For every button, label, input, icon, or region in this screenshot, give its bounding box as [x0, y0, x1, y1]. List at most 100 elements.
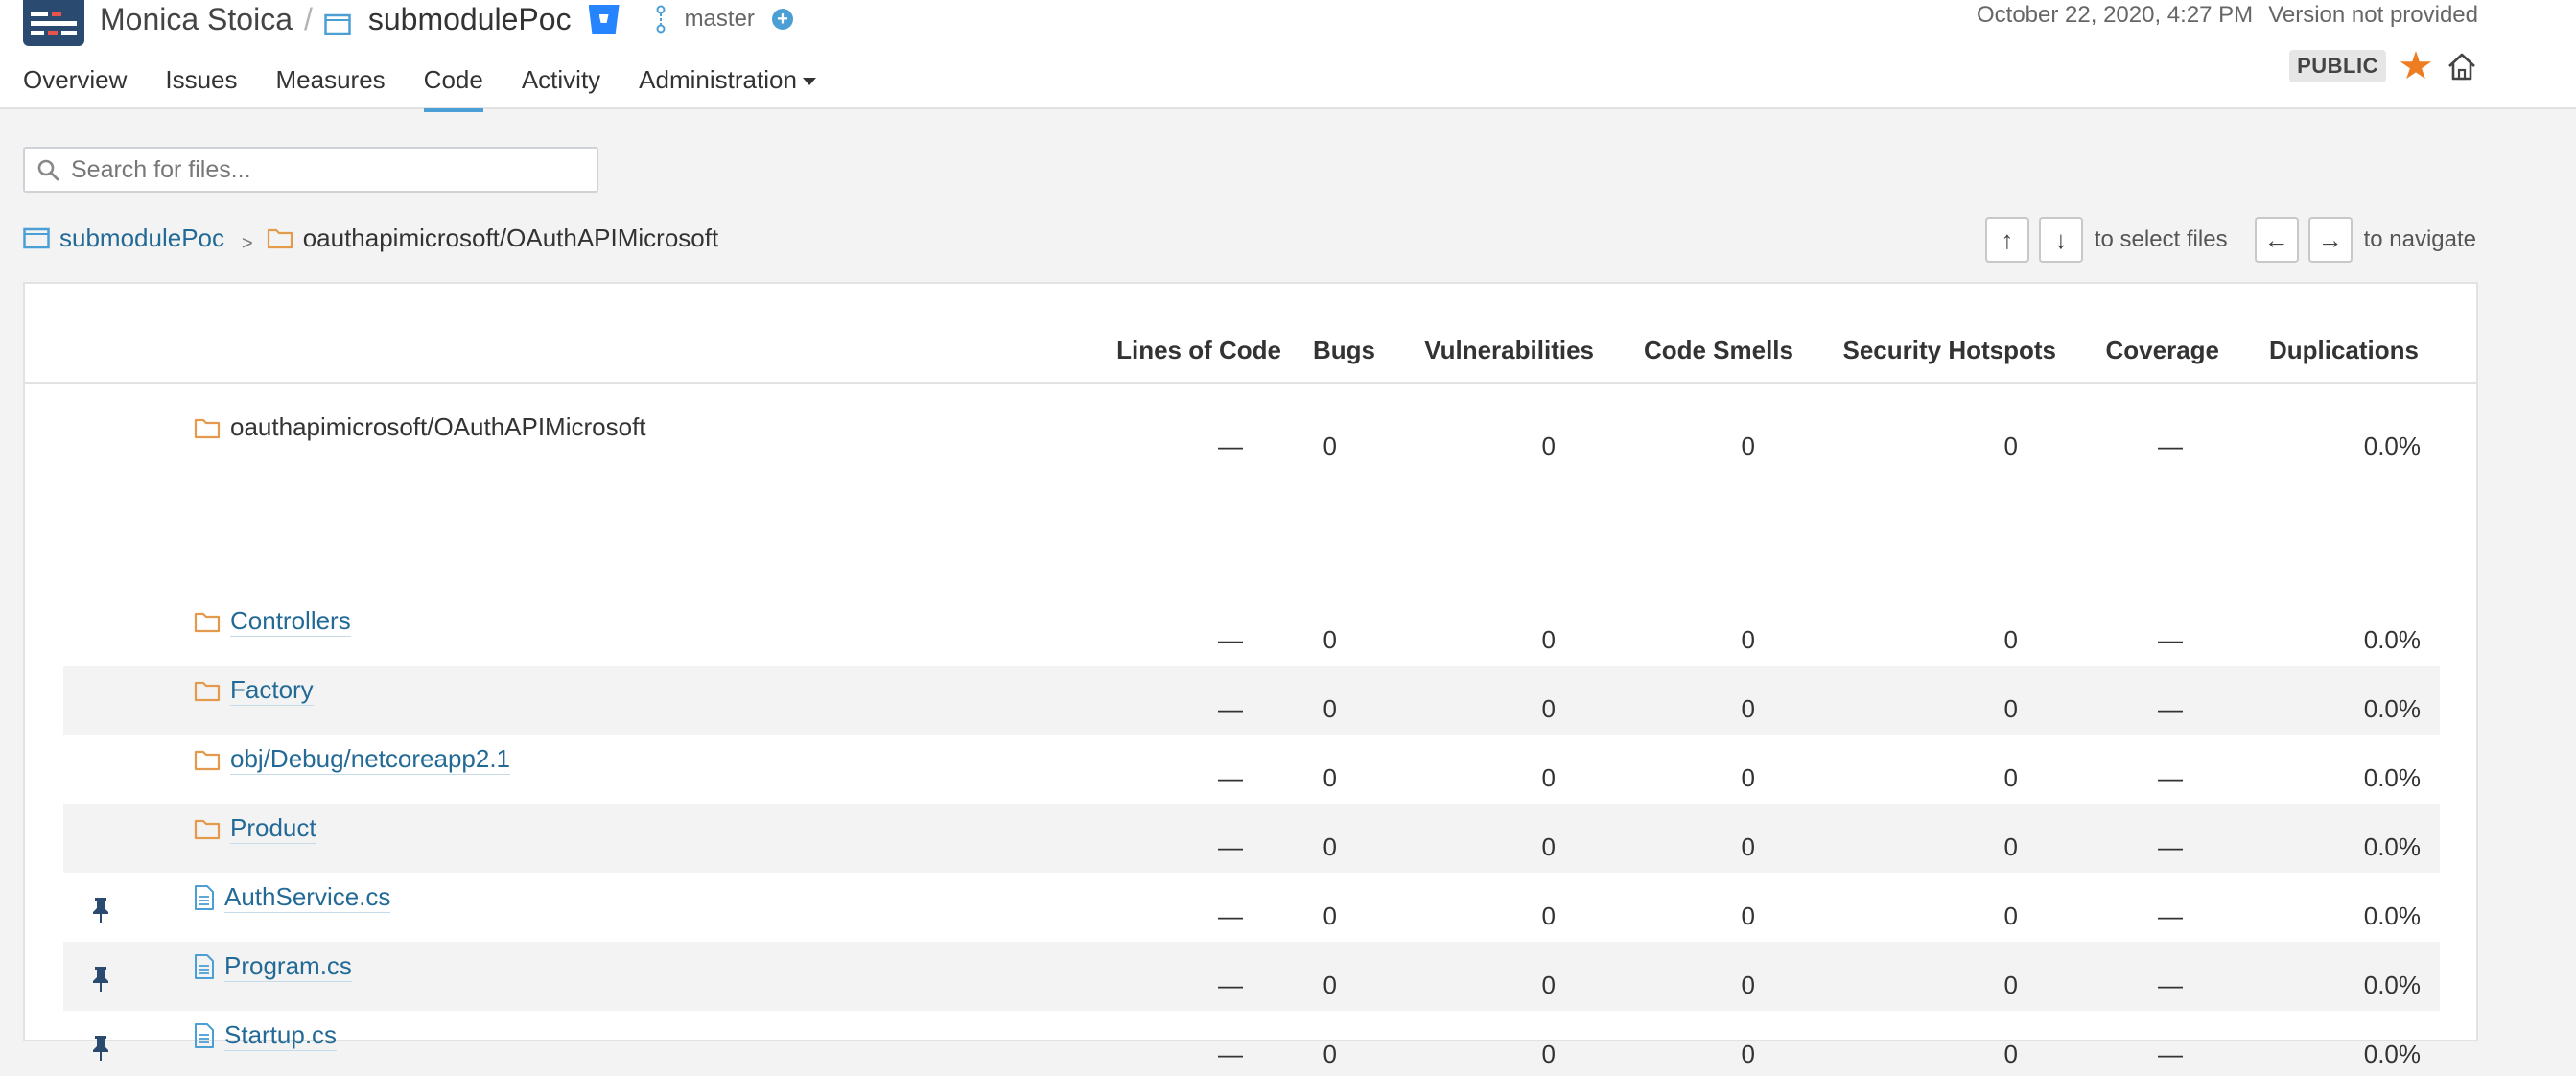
cell-coverage: — — [2158, 763, 2183, 792]
cell-code-smells[interactable]: 0 — [1742, 432, 1755, 461]
cell-security-hotspots[interactable]: 0 — [2004, 832, 2018, 862]
cell-vulnerabilities[interactable]: 0 — [1542, 901, 1556, 931]
table-row[interactable]: Product — 0 0 0 0 — 0.0% — [63, 804, 2440, 873]
project-name[interactable]: submodulePoc — [368, 2, 572, 37]
table-row[interactable]: Controllers — 0 0 0 0 — 0.0% — [63, 596, 2440, 666]
column-header-vulnerabilities[interactable]: Vulnerabilities — [1424, 336, 1594, 365]
row-link[interactable]: AuthService.cs — [224, 882, 391, 913]
cell-vulnerabilities[interactable]: 0 — [1542, 763, 1556, 793]
cell-bugs[interactable]: 0 — [1323, 901, 1337, 931]
row-link[interactable]: Program.cs — [224, 951, 352, 982]
organization-link[interactable]: Monica Stoica — [100, 2, 293, 37]
tab-overview[interactable]: Overview — [23, 65, 127, 112]
add-branch-icon[interactable]: + — [771, 9, 793, 30]
cell-vulnerabilities[interactable]: 0 — [1542, 625, 1556, 655]
cell-code-smells[interactable]: 0 — [1742, 1040, 1755, 1069]
row-link[interactable]: Startup.cs — [224, 1020, 338, 1051]
branch-icon — [654, 5, 667, 34]
cell-duplications[interactable]: 0.0% — [2364, 901, 2421, 931]
cell-vulnerabilities[interactable]: 0 — [1542, 694, 1556, 724]
tab-code[interactable]: Code — [423, 65, 483, 112]
column-header-code-smells[interactable]: Code Smells — [1644, 336, 1793, 365]
row-link[interactable]: obj/Debug/netcoreapp2.1 — [230, 744, 511, 775]
table-row[interactable]: Factory — 0 0 0 0 — 0.0% — [63, 666, 2440, 735]
cell-security-hotspots[interactable]: 0 — [2004, 625, 2018, 655]
tab-issues[interactable]: Issues — [165, 65, 237, 112]
row-link[interactable]: Product — [230, 813, 316, 844]
analysis-meta: October 22, 2020, 4:27 PM Version not pr… — [1977, 2, 2478, 29]
arrow-up-key: ↑ — [1984, 217, 2029, 263]
cell-coverage: — — [2158, 432, 2183, 460]
tab-administration[interactable]: Administration — [639, 65, 816, 112]
row-name: Controllers — [194, 606, 351, 637]
cell-coverage: — — [2158, 901, 2183, 930]
cell-bugs[interactable]: 0 — [1323, 625, 1337, 655]
cell-security-hotspots[interactable]: 0 — [2004, 763, 2018, 793]
cell-bugs[interactable]: 0 — [1323, 832, 1337, 862]
cell-duplications[interactable]: 0.0% — [2364, 763, 2421, 793]
column-header-security-hotspots[interactable]: Security Hotspots — [1843, 336, 2057, 365]
pin-icon[interactable] — [90, 965, 111, 994]
tab-measures[interactable]: Measures — [276, 65, 386, 112]
arrow-right-key: → — [2307, 217, 2353, 263]
table-row[interactable]: AuthService.cs — 0 0 0 0 — 0.0% — [63, 873, 2440, 942]
breadcrumb-root-link[interactable]: submodulePoc — [59, 223, 224, 253]
cell-code-smells[interactable]: 0 — [1742, 832, 1755, 862]
cell-vulnerabilities[interactable]: 0 — [1542, 832, 1556, 862]
column-header-bugs[interactable]: Bugs — [1313, 336, 1375, 365]
cell-bugs[interactable]: 0 — [1323, 763, 1337, 793]
cell-lines-of-code: — — [1218, 1040, 1243, 1068]
branch-selector[interactable]: master + — [654, 5, 793, 34]
cell-duplications[interactable]: 0.0% — [2364, 694, 2421, 724]
project-breadcrumb: Monica Stoica / submodulePoc master + — [100, 0, 793, 38]
cell-duplications[interactable]: 0.0% — [2364, 832, 2421, 862]
row-name: oauthapimicrosoft/OAuthAPIMicrosoft — [194, 412, 646, 442]
tab-activity[interactable]: Activity — [522, 65, 600, 112]
row-link[interactable]: Controllers — [230, 606, 351, 637]
column-header-lines-of-code[interactable]: Lines of Code — [1116, 336, 1281, 365]
cell-security-hotspots[interactable]: 0 — [2004, 971, 2018, 1000]
cell-lines-of-code: — — [1218, 625, 1243, 654]
branch-name: master — [684, 6, 755, 32]
cell-code-smells[interactable]: 0 — [1742, 901, 1755, 931]
sonarqube-logo-icon[interactable] — [23, 0, 84, 46]
cell-duplications[interactable]: 0.0% — [2364, 432, 2421, 461]
cell-bugs[interactable]: 0 — [1323, 971, 1337, 1000]
row-link[interactable]: Factory — [230, 675, 314, 706]
folder-icon — [267, 226, 293, 249]
cell-security-hotspots[interactable]: 0 — [2004, 432, 2018, 461]
star-icon[interactable] — [2400, 51, 2432, 80]
cell-code-smells[interactable]: 0 — [1742, 694, 1755, 724]
bitbucket-icon[interactable] — [588, 5, 620, 34]
table-row[interactable]: obj/Debug/netcoreapp2.1 — 0 0 0 0 — 0.0% — [63, 735, 2440, 804]
column-header-coverage[interactable]: Coverage — [2106, 336, 2220, 365]
breadcrumb-current: oauthapimicrosoft/OAuthAPIMicrosoft — [302, 222, 719, 252]
project-nav: Overview Issues Measures Code Activity A… — [23, 65, 855, 112]
file-search[interactable] — [23, 147, 598, 193]
cell-security-hotspots[interactable]: 0 — [2004, 901, 2018, 931]
pin-icon[interactable] — [90, 896, 111, 924]
cell-security-hotspots[interactable]: 0 — [2004, 1040, 2018, 1069]
table-row[interactable]: Startup.cs — 0 0 0 0 — 0.0% — [63, 1011, 2440, 1076]
cell-duplications[interactable]: 0.0% — [2364, 1040, 2421, 1069]
table-row[interactable]: Program.cs — 0 0 0 0 — 0.0% — [63, 942, 2440, 1011]
cell-vulnerabilities[interactable]: 0 — [1542, 1040, 1556, 1069]
cell-security-hotspots[interactable]: 0 — [2004, 694, 2018, 724]
cell-bugs[interactable]: 0 — [1323, 694, 1337, 724]
arrow-left-key: ← — [2254, 217, 2299, 263]
cell-duplications[interactable]: 0.0% — [2364, 971, 2421, 1000]
cell-code-smells[interactable]: 0 — [1742, 763, 1755, 793]
project-icon — [23, 226, 50, 249]
cell-duplications[interactable]: 0.0% — [2364, 625, 2421, 655]
search-input[interactable] — [71, 155, 589, 184]
column-header-duplications[interactable]: Duplications — [2269, 336, 2419, 365]
cell-bugs[interactable]: 0 — [1323, 1040, 1337, 1069]
cell-vulnerabilities[interactable]: 0 — [1542, 971, 1556, 1000]
folder-icon — [194, 748, 221, 771]
cell-code-smells[interactable]: 0 — [1742, 971, 1755, 1000]
cell-code-smells[interactable]: 0 — [1742, 625, 1755, 655]
home-icon[interactable] — [2446, 50, 2478, 82]
pin-icon[interactable] — [90, 1034, 111, 1063]
cell-vulnerabilities[interactable]: 0 — [1542, 432, 1556, 461]
cell-bugs[interactable]: 0 — [1323, 432, 1337, 461]
